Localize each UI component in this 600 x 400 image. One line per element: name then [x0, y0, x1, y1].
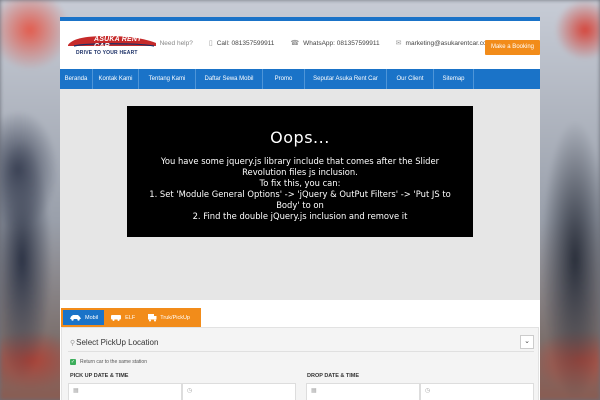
clock-icon: ◷ [187, 388, 193, 394]
chevron-down-icon[interactable]: ⌄ [520, 335, 534, 349]
checkbox-checked-icon[interactable]: ✓ [70, 359, 76, 365]
pickup-time-input[interactable]: ◷ [182, 383, 296, 400]
pickup-location-select[interactable]: ⚲Select PickUp Location ⌄ [68, 335, 534, 352]
pickup-location-label: Select PickUp Location [76, 338, 159, 347]
email-link[interactable]: marketing@asukarentcar.com [406, 40, 492, 47]
site-header: ASUKA RENT CAR DRIVE TO YOUR HEART Need … [60, 21, 540, 68]
car-icon [70, 315, 81, 321]
clock-icon: ◷ [425, 388, 431, 394]
nav-item-promo[interactable]: Promo [263, 69, 305, 89]
main-nav: Beranda Kontak Kami Tentang Kami Daftar … [60, 69, 540, 89]
call-number[interactable]: Call: 081357599911 [217, 40, 275, 47]
slider-error-box: Oops... You have some jquery.js library … [127, 106, 473, 237]
error-title: Oops... [270, 128, 330, 147]
nav-item-sitemap[interactable]: Sitemap [434, 69, 474, 89]
location-pin-icon: ⚲ [70, 340, 76, 347]
slider-area: Oops... You have some jquery.js library … [60, 89, 540, 300]
pickup-date-label: PICK UP DATE & TIME [70, 373, 129, 379]
truck-icon [148, 314, 157, 322]
drop-time-input[interactable]: ◷ [420, 383, 534, 400]
nav-item-daftar-sewa-mobil[interactable]: Daftar Sewa Mobil [196, 69, 263, 89]
calendar-icon: ▦ [73, 388, 79, 394]
pickup-date-input[interactable]: ▦ [68, 383, 182, 400]
return-same-label: Return car to the same station [80, 359, 147, 365]
drop-date-label: DROP DATE & TIME [307, 373, 360, 379]
calendar-icon: ▦ [311, 388, 317, 394]
booking-panel: ⚲Select PickUp Location ⌄ ✓ Return car t… [61, 327, 539, 400]
tab-mobil[interactable]: Mobil [63, 310, 105, 325]
site-logo[interactable]: ASUKA RENT CAR DRIVE TO YOUR HEART [66, 34, 158, 60]
return-same-station[interactable]: ✓ Return car to the same station [70, 359, 147, 365]
nav-item-seputar-asuka[interactable]: Seputar Asuka Rent Car [305, 69, 387, 89]
drop-date-input[interactable]: ▦ [306, 383, 420, 400]
email-icon: ✉ [395, 40, 402, 47]
make-booking-button[interactable]: Make a Booking [484, 40, 540, 55]
tab-mobil-label: Mobil [85, 314, 99, 321]
error-message: You have some jquery.js library include … [127, 156, 473, 222]
whatsapp-number[interactable]: WhatsApp: 081357599911 [303, 40, 380, 47]
nav-item-tentang-kami[interactable]: Tentang Kami [139, 69, 196, 89]
tab-elf[interactable]: ELF [104, 310, 141, 325]
nav-item-beranda[interactable]: Beranda [60, 69, 93, 89]
tab-elf-label: ELF [125, 314, 136, 321]
need-help-text: Need help? [159, 40, 193, 47]
tab-truk-pickup[interactable]: Truk/PickUp [141, 310, 196, 325]
whatsapp-icon: ☎ [290, 40, 300, 47]
van-icon [111, 315, 122, 321]
page-container: ASUKA RENT CAR DRIVE TO YOUR HEART Need … [60, 17, 540, 400]
vehicle-tabs: Mobil ELF Truk/PickUp [61, 308, 201, 327]
tab-truk-label: Truk/PickUp [160, 314, 190, 321]
logo-tagline: DRIVE TO YOUR HEART [76, 50, 138, 56]
error-line-1: You have some jquery.js library include … [160, 156, 440, 177]
error-line-4: 2. Find the double jQuery.js inclusion a… [192, 211, 408, 221]
logo-text: ASUKA RENT CAR [94, 36, 142, 50]
error-line-2: To fix this, you can: [259, 178, 341, 188]
phone-icon: ▯ [208, 40, 213, 47]
contact-bar: Need help? ▯ Call: 081357599911 ☎ WhatsA… [160, 40, 492, 47]
error-line-3: 1. Set 'Module General Options' -> 'jQue… [149, 189, 451, 210]
nav-item-kontak-kami[interactable]: Kontak Kami [93, 69, 139, 89]
nav-item-our-client[interactable]: Our Client [387, 69, 434, 89]
